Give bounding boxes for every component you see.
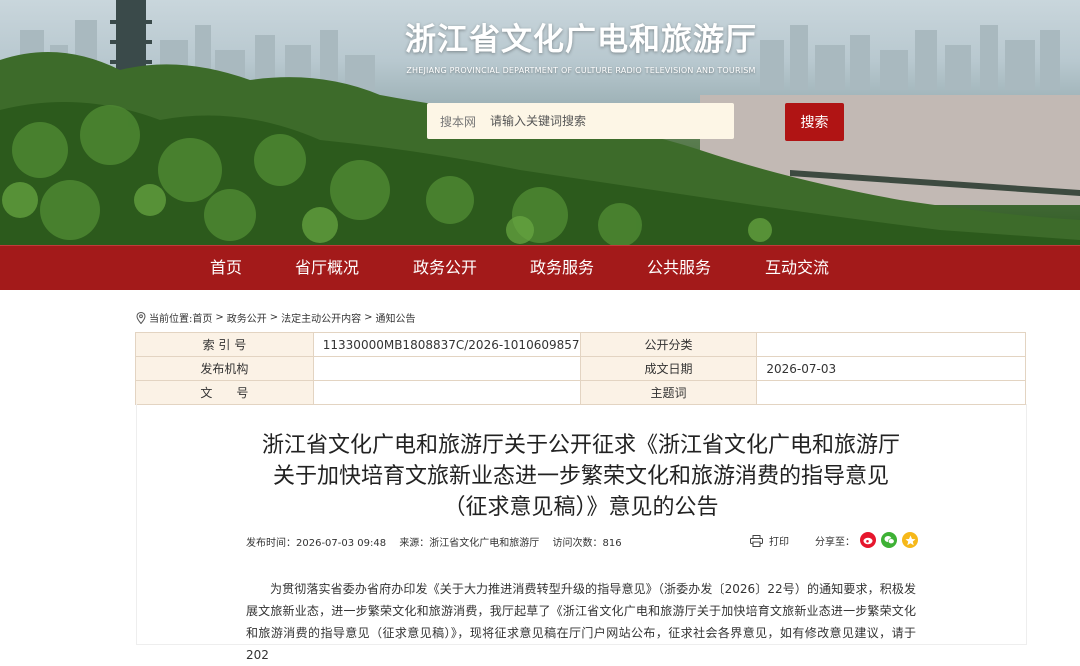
subject-label: 主题词 [579, 380, 758, 405]
table-row: 发布机构 成文日期 2026-07-03 [135, 356, 1026, 381]
doc-number-value [312, 380, 581, 405]
wechat-icon[interactable] [881, 532, 897, 548]
search-button[interactable]: 搜索 [785, 103, 844, 141]
weibo-icon[interactable] [860, 532, 876, 548]
article-title-line: （征求意见稿）》意见的公告 [443, 495, 719, 520]
breadcrumb-separator: > [269, 312, 279, 323]
publish-time: 发布时间：2026-07-03 09:48 [246, 538, 387, 549]
search-input[interactable] [490, 114, 720, 128]
visit-count: 访问次数：816 [552, 538, 622, 549]
article-source: 来源：浙江省文化广电和旅游厅 [399, 538, 540, 549]
breadcrumb-item-statutory[interactable]: 法定主动公开内容 [281, 310, 361, 325]
header-banner: 浙江省文化广电和旅游厅 ZHEJIANG PROVINCIAL DEPARTME… [0, 0, 1080, 245]
breadcrumb: 当前位置: 首页 > 政务公开 > 法定主动公开内容 > 通知公告 [136, 310, 416, 325]
article-body: 为贯彻落实省委办省府办印发《关于大力推进消费转型升级的指导意见》（浙委办发〔20… [246, 582, 916, 662]
qzone-star-icon[interactable] [902, 532, 918, 548]
nav-item-gov-info[interactable]: 政务公开 [413, 246, 477, 290]
category-label: 公开分类 [579, 332, 758, 357]
search-scope-label: 搜本网 [440, 114, 477, 129]
date-label: 成文日期 [579, 356, 758, 381]
breadcrumb-separator: > [364, 312, 373, 323]
nav-item-public-service[interactable]: 公共服务 [647, 246, 711, 290]
share-label: 分享至： [815, 536, 855, 548]
publisher-label: 发布机构 [135, 356, 314, 381]
breadcrumb-item-notice[interactable]: 通知公告 [376, 310, 416, 325]
index-value: 11330000MB1808837C/2026-1010609857 [312, 332, 581, 357]
date-value: 2026-07-03 [756, 356, 1026, 381]
article-title: 浙江省文化广电和旅游厅关于公开征求《浙江省文化广电和旅游厅 关于加快培育文旅新业… [0, 430, 1080, 523]
breadcrumb-item-home[interactable]: 首页 [192, 310, 212, 325]
print-button[interactable]: 打印 [750, 533, 789, 548]
print-label: 打印 [769, 537, 789, 548]
article-info: 发布时间：2026-07-03 09:48 来源：浙江省文化广电和旅游厅 访问次… [246, 534, 632, 549]
article-title-line: 浙江省文化广电和旅游厅关于公开征求《浙江省文化广电和旅游厅 [261, 433, 900, 458]
location-pin-icon [136, 311, 146, 324]
table-row: 索 引 号 11330000MB1808837C/2026-1010609857… [135, 332, 1026, 357]
nav-item-interaction[interactable]: 互动交流 [765, 246, 829, 290]
publisher-value [312, 356, 581, 381]
site-title: 浙江省文化广电和旅游厅 [405, 22, 757, 58]
search-box: 搜本网 [427, 103, 734, 139]
index-label: 索 引 号 [135, 332, 314, 357]
subject-value [756, 380, 1026, 405]
nav-item-home[interactable]: 首页 [210, 246, 242, 290]
category-value [756, 332, 1026, 357]
table-row: 文 号 主题词 [135, 380, 1026, 405]
site-subtitle: ZHEJIANG PROVINCIAL DEPARTMENT OF CULTUR… [406, 66, 756, 75]
breadcrumb-prefix: 当前位置: [149, 314, 193, 325]
nav-item-gov-service[interactable]: 政务服务 [530, 246, 594, 290]
main-nav: 首页 省厅概况 政务公开 政务服务 公共服务 互动交流 [0, 245, 1080, 290]
breadcrumb-item-gov-info[interactable]: 政务公开 [227, 310, 267, 325]
doc-number-label: 文 号 [135, 380, 314, 405]
article-title-line: 关于加快培育文旅新业态进一步繁荣文化和旅游消费的指导意见 [272, 464, 889, 489]
breadcrumb-separator: > [215, 312, 224, 323]
nav-item-overview[interactable]: 省厅概况 [295, 246, 359, 290]
share-bar: 分享至： [815, 532, 918, 548]
document-meta-table: 索 引 号 11330000MB1808837C/2026-1010609857… [135, 332, 1026, 405]
printer-icon [750, 534, 763, 547]
